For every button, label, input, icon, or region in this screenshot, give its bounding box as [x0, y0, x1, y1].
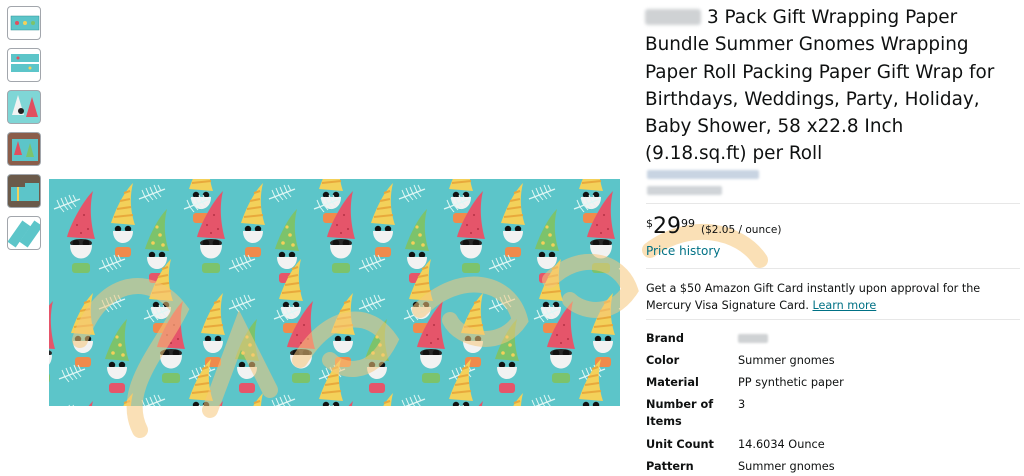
thumbnail-gnome-closeup[interactable]: [7, 90, 41, 124]
spec-key: Number of Items: [646, 398, 714, 428]
price-whole: 29: [653, 214, 681, 239]
thumbnail-roll-1[interactable]: [7, 6, 41, 40]
spec-value: 14.6034 Ounce: [738, 438, 825, 451]
divider: [646, 268, 1020, 269]
credit-card-promo: Get a $50 Amazon Gift Card instantly upo…: [646, 280, 1016, 314]
thumbnail-rolled-paper[interactable]: [7, 216, 41, 250]
spec-value: PP synthetic paper: [738, 376, 844, 389]
spec-value: 3: [738, 398, 746, 411]
spec-key: Unit Count: [646, 438, 714, 451]
product-main-image[interactable]: [49, 179, 620, 406]
spec-key: Brand: [646, 332, 684, 345]
learn-more-link[interactable]: Learn more: [812, 299, 876, 312]
spec-row-pattern: Pattern Summer gnomes: [646, 456, 844, 476]
product-specs-table: Brand Color Summer gnomes Material PP sy…: [646, 328, 844, 476]
spec-row-brand: Brand: [646, 328, 844, 350]
product-title: 3 Pack Gift Wrapping Paper Bundle Summer…: [645, 4, 1005, 168]
price-history-link[interactable]: Price history: [646, 244, 720, 258]
spec-key: Material: [646, 376, 699, 389]
spec-key: Pattern: [646, 460, 694, 473]
spec-value: Summer gnomes: [738, 354, 835, 367]
spec-value: Summer gnomes: [738, 460, 835, 473]
thumbnail-gift-boxes[interactable]: [7, 174, 41, 208]
gnome-pattern-illustration: [49, 179, 620, 406]
spec-row-unit-count: Unit Count 14.6034 Ounce: [646, 434, 844, 456]
spec-key: Color: [646, 354, 680, 367]
thumbnail-strip: [7, 6, 43, 258]
spec-row-color: Color Summer gnomes: [646, 350, 844, 372]
divider: [646, 319, 1020, 320]
spec-row-number-of-items: Number of Items 3: [646, 394, 844, 434]
brand-name-redacted[interactable]: [645, 9, 701, 25]
thumbnail-roll-2[interactable]: [7, 48, 41, 82]
price-block: $ 29 99 ($2.05 / ounce): [646, 214, 781, 240]
product-title-text: 3 Pack Gift Wrapping Paper Bundle Summer…: [645, 7, 995, 165]
spec-row-material: Material PP synthetic paper: [646, 372, 844, 394]
price-currency-symbol: $: [646, 217, 653, 230]
search-page-link-redacted[interactable]: [647, 186, 722, 195]
unit-price: ($2.05 / ounce): [701, 224, 782, 236]
divider: [646, 203, 1020, 204]
spec-value-brand-redacted: [738, 328, 768, 348]
store-link-redacted[interactable]: [647, 170, 759, 179]
thumbnail-wrapped-gift[interactable]: [7, 132, 41, 166]
price-fraction: 99: [681, 217, 695, 230]
